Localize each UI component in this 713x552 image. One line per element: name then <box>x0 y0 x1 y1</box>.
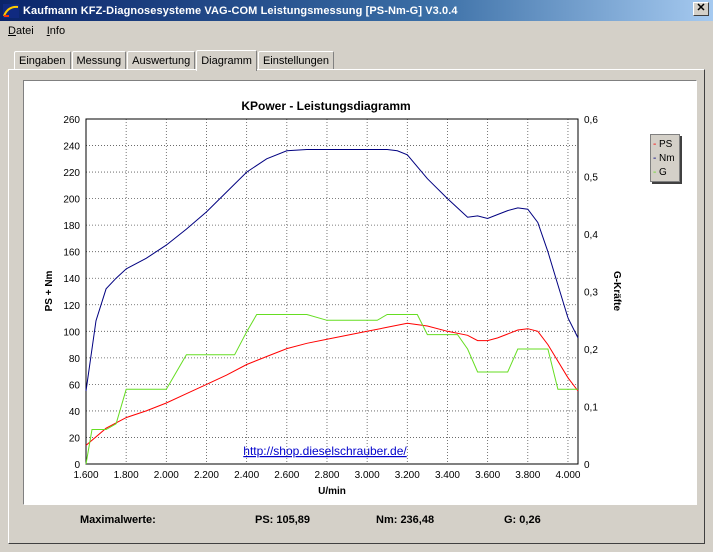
y-tick-label: 240 <box>63 142 80 153</box>
legend-item-nm: - Nm <box>653 152 675 164</box>
y2-tick-label: 0,4 <box>584 230 598 241</box>
y-axis-label: PS + Nm <box>44 270 55 311</box>
y-tick-label: 60 <box>69 380 81 391</box>
app-logo-icon <box>3 3 19 18</box>
menu-datei[interactable]: Datei <box>3 25 39 37</box>
max-values-label: Maximalwerte: <box>80 514 156 526</box>
tab-eingaben[interactable]: Eingaben <box>14 51 71 70</box>
y2-tick-label: 0,5 <box>584 173 598 184</box>
max-nm-value: Nm: 236,48 <box>376 514 435 526</box>
chart-title: KPower - Leistungsdiagramm <box>241 99 410 113</box>
tab-messung[interactable]: Messung <box>71 51 127 70</box>
plot-border <box>85 118 579 465</box>
chart-legend: - PS - Nm -G <box>650 134 680 182</box>
y-tick-label: 100 <box>63 327 80 338</box>
menu-info[interactable]: Info <box>42 25 70 37</box>
y2-tick-label: 0,1 <box>584 403 598 414</box>
tab-einstellungen[interactable]: Einstellungen <box>257 51 335 70</box>
y-tick-label: 180 <box>63 221 80 232</box>
legend-mark-nm: - <box>653 152 657 164</box>
y-tick-label: 80 <box>69 354 81 365</box>
y2-tick-label: 0 <box>584 460 590 471</box>
x-tick-label: 1.600 <box>73 470 98 481</box>
max-g-value: G: 0,26 <box>504 514 541 526</box>
diagram-panel: KPower - Leistungsdiagramm 1.600 1.800 2.0… <box>8 69 705 544</box>
x-tick-label: 2.200 <box>194 470 219 481</box>
y-tick-label: 220 <box>63 168 80 179</box>
tab-strip: Eingaben Messung Auswertung Diagramm Ein… <box>14 49 335 71</box>
close-button[interactable]: ✕ <box>693 2 709 16</box>
tab-diagramm[interactable]: Diagramm <box>196 50 257 71</box>
x-tick-label: 3.200 <box>395 470 420 481</box>
x-tick-label: 2.800 <box>314 470 339 481</box>
title-bar: Kaufmann KFZ-Diagnosesysteme VAG-COM Lei… <box>0 0 713 21</box>
series-line-g <box>85 314 578 465</box>
max-ps-value: PS: 105,89 <box>255 514 311 526</box>
x-tick-label: 3.800 <box>515 470 540 481</box>
y2-tick-label: 0,2 <box>584 345 598 356</box>
x-tick-label: 3.000 <box>355 470 380 481</box>
menu-bar: Datei Info <box>0 21 713 41</box>
tab-auswertung[interactable]: Auswertung <box>127 51 196 70</box>
y2-tick-label: 0,3 <box>584 288 598 299</box>
x-tick-label: 3.400 <box>435 470 460 481</box>
y2-axis-label: G-Kräfte <box>611 271 622 311</box>
x-tick-label: 2.000 <box>154 470 179 481</box>
y-tick-label: 40 <box>69 407 81 418</box>
legend-mark-ps: - <box>653 138 657 150</box>
x-tick-label: 3.600 <box>475 470 500 481</box>
chart-area: KPower - Leistungsdiagramm 1.600 1.800 2.0… <box>23 80 697 505</box>
legend-item-ps: - PS <box>653 138 673 150</box>
y-tick-label: 120 <box>63 301 80 312</box>
y-tick-label: 20 <box>69 433 81 444</box>
x-axis-label: U/min <box>318 486 346 497</box>
window-title: Kaufmann KFZ-Diagnosesysteme VAG-COM Lei… <box>23 4 458 17</box>
x-tick-label: 1.800 <box>114 470 139 481</box>
x-tick-label: 2.400 <box>234 470 259 481</box>
y2-tick-label: 0,6 <box>584 115 598 126</box>
x-tick-label: 4.000 <box>555 470 580 481</box>
legend-mark-g: - <box>653 166 657 178</box>
y-tick-label: 160 <box>63 248 80 259</box>
y-tick-label: 0 <box>74 460 80 471</box>
y-tick-label: 140 <box>63 274 80 285</box>
power-chart: KPower - Leistungsdiagramm 1.600 1.800 2.0… <box>44 99 622 497</box>
shop-link[interactable]: http://shop.dieselschrauber.de/ <box>243 444 407 458</box>
x-tick-label: 2.600 <box>274 470 299 481</box>
max-values-row: Maximalwerte: PS: 105,89 Nm: 236,48 G: 0… <box>9 514 706 532</box>
y-tick-label: 260 <box>63 115 80 126</box>
series-line-nm <box>85 149 579 392</box>
legend-item-g: -G <box>653 166 667 178</box>
close-icon: ✕ <box>696 2 706 14</box>
y-tick-label: 200 <box>63 195 80 206</box>
